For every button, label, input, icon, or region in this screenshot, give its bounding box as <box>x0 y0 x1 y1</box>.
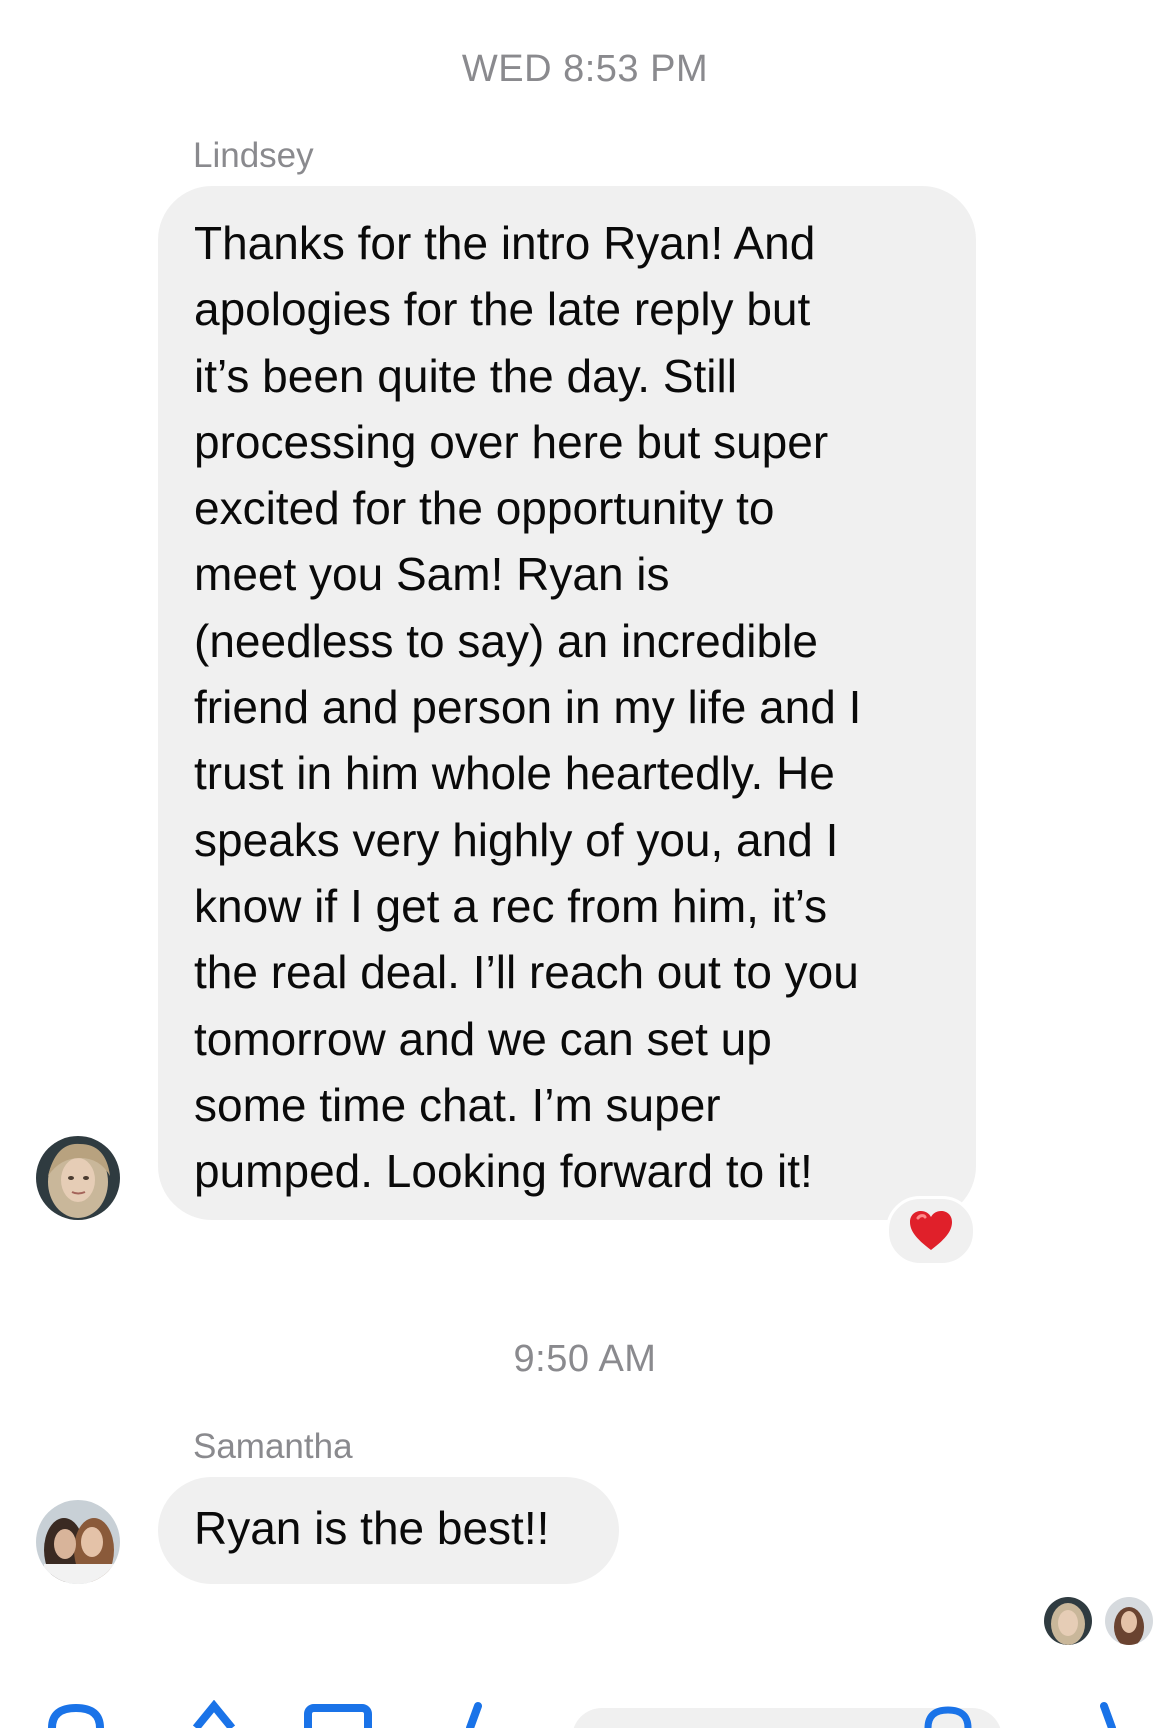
add-icon <box>48 1703 104 1729</box>
heart-icon <box>910 1211 952 1250</box>
composer-toolbar-icons <box>48 1699 1116 1733</box>
message-bubble-samantha[interactable]: Ryan is the best!! <box>158 1477 619 1584</box>
gallery-icon <box>304 1704 372 1733</box>
timestamp-morning: 9:50 AM <box>513 1338 657 1380</box>
camera-icon <box>192 1699 236 1731</box>
message-line: processing over here but super <box>194 415 829 468</box>
message-line: trust in him whole heartedly. He <box>194 747 835 800</box>
avatar-lindsey[interactable] <box>36 1136 120 1220</box>
avatar-samantha-image <box>36 1500 120 1584</box>
message-line: the real deal. I’ll reach out to you <box>194 946 859 999</box>
message-line: it’s been quite the day. Still <box>194 349 737 402</box>
avatar-samantha[interactable] <box>36 1500 120 1584</box>
composer-toolbar <box>0 1699 1170 1733</box>
mic-icon <box>466 1702 482 1732</box>
timestamp-wed: WED 8:53 PM <box>461 48 709 90</box>
read-receipt-avatar-lindsey <box>1044 1597 1092 1645</box>
message-line: friend and person in my life and I <box>194 681 862 734</box>
avatar-lindsey-image <box>36 1136 120 1220</box>
like-icon <box>1100 1702 1116 1732</box>
sender-name-lindsey: Lindsey <box>193 136 314 175</box>
message-line: know if I get a rec from him, it’s <box>194 879 828 932</box>
message-line: tomorrow and we can set up <box>194 1012 772 1065</box>
read-receipt-lindsey-image <box>1044 1597 1092 1645</box>
read-receipt-samantha-image <box>1105 1597 1153 1645</box>
message-line: (needless to say) an incredible <box>194 614 818 667</box>
message-line: excited for the opportunity to <box>194 482 775 535</box>
message-line: meet you Sam! Ryan is <box>194 548 670 601</box>
message-line: speaks very highly of you, and I <box>194 813 839 866</box>
sender-name-samantha: Samantha <box>193 1427 353 1466</box>
message-line: apologies for the late reply but <box>194 283 811 336</box>
heart-reaction[interactable] <box>886 1196 976 1266</box>
message-bubble-lindsey[interactable]: Thanks for the intro Ryan! And apologies… <box>158 186 976 1220</box>
message-line: Thanks for the intro Ryan! And <box>194 217 816 269</box>
message-line: Ryan is the best!! <box>194 1502 550 1554</box>
message-line: some time chat. I’m super <box>194 1078 721 1131</box>
message-line: pumped. Looking forward to it! <box>194 1145 813 1198</box>
read-receipt-avatar-samantha <box>1105 1597 1153 1645</box>
